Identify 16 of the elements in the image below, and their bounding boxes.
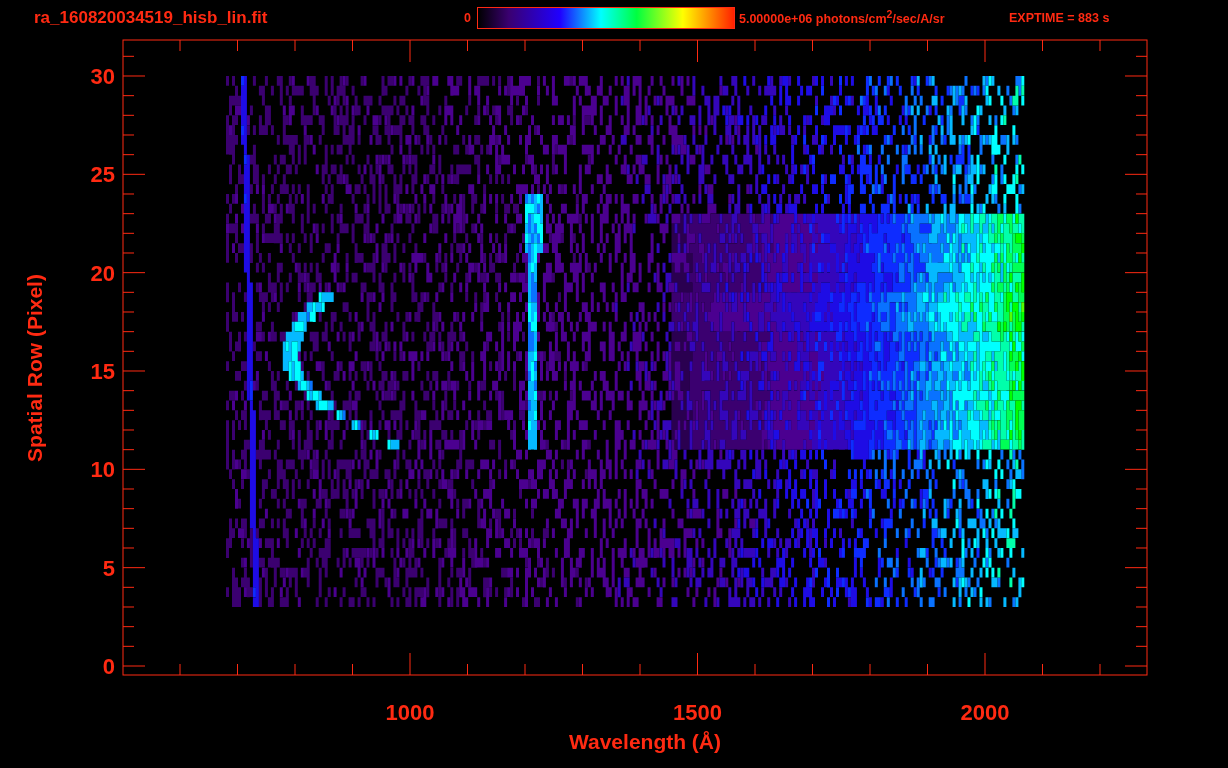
y-tick-label: 10 <box>90 457 115 483</box>
x-tick-label: 1500 <box>673 700 722 725</box>
y-tick-label: 20 <box>90 260 115 286</box>
y-tick-label: 0 <box>102 654 115 679</box>
colorbar-max-label: 5.00000e+06 photons/cm$^{2}$/sec/A/sr <box>738 9 946 27</box>
exposure-time: EXPTIME = 883 s <box>1008 11 1110 25</box>
file-title: ra_160820034519_hisb_lin.fit <box>34 8 269 28</box>
y-axis-label: Spatial Row (Pixel) <box>23 274 47 462</box>
x-tick-label: 1000 <box>385 700 435 725</box>
x-tick-label: 2000 <box>960 700 1010 725</box>
colorbar-min-label: 0 <box>464 11 471 25</box>
y-tick-label: 25 <box>90 162 115 188</box>
y-tick-label: 5 <box>102 555 115 581</box>
x-axis-label: Wavelength (Å) <box>568 730 722 754</box>
y-tick-label: 30 <box>90 64 115 89</box>
y-tick-label: 15 <box>90 359 115 384</box>
